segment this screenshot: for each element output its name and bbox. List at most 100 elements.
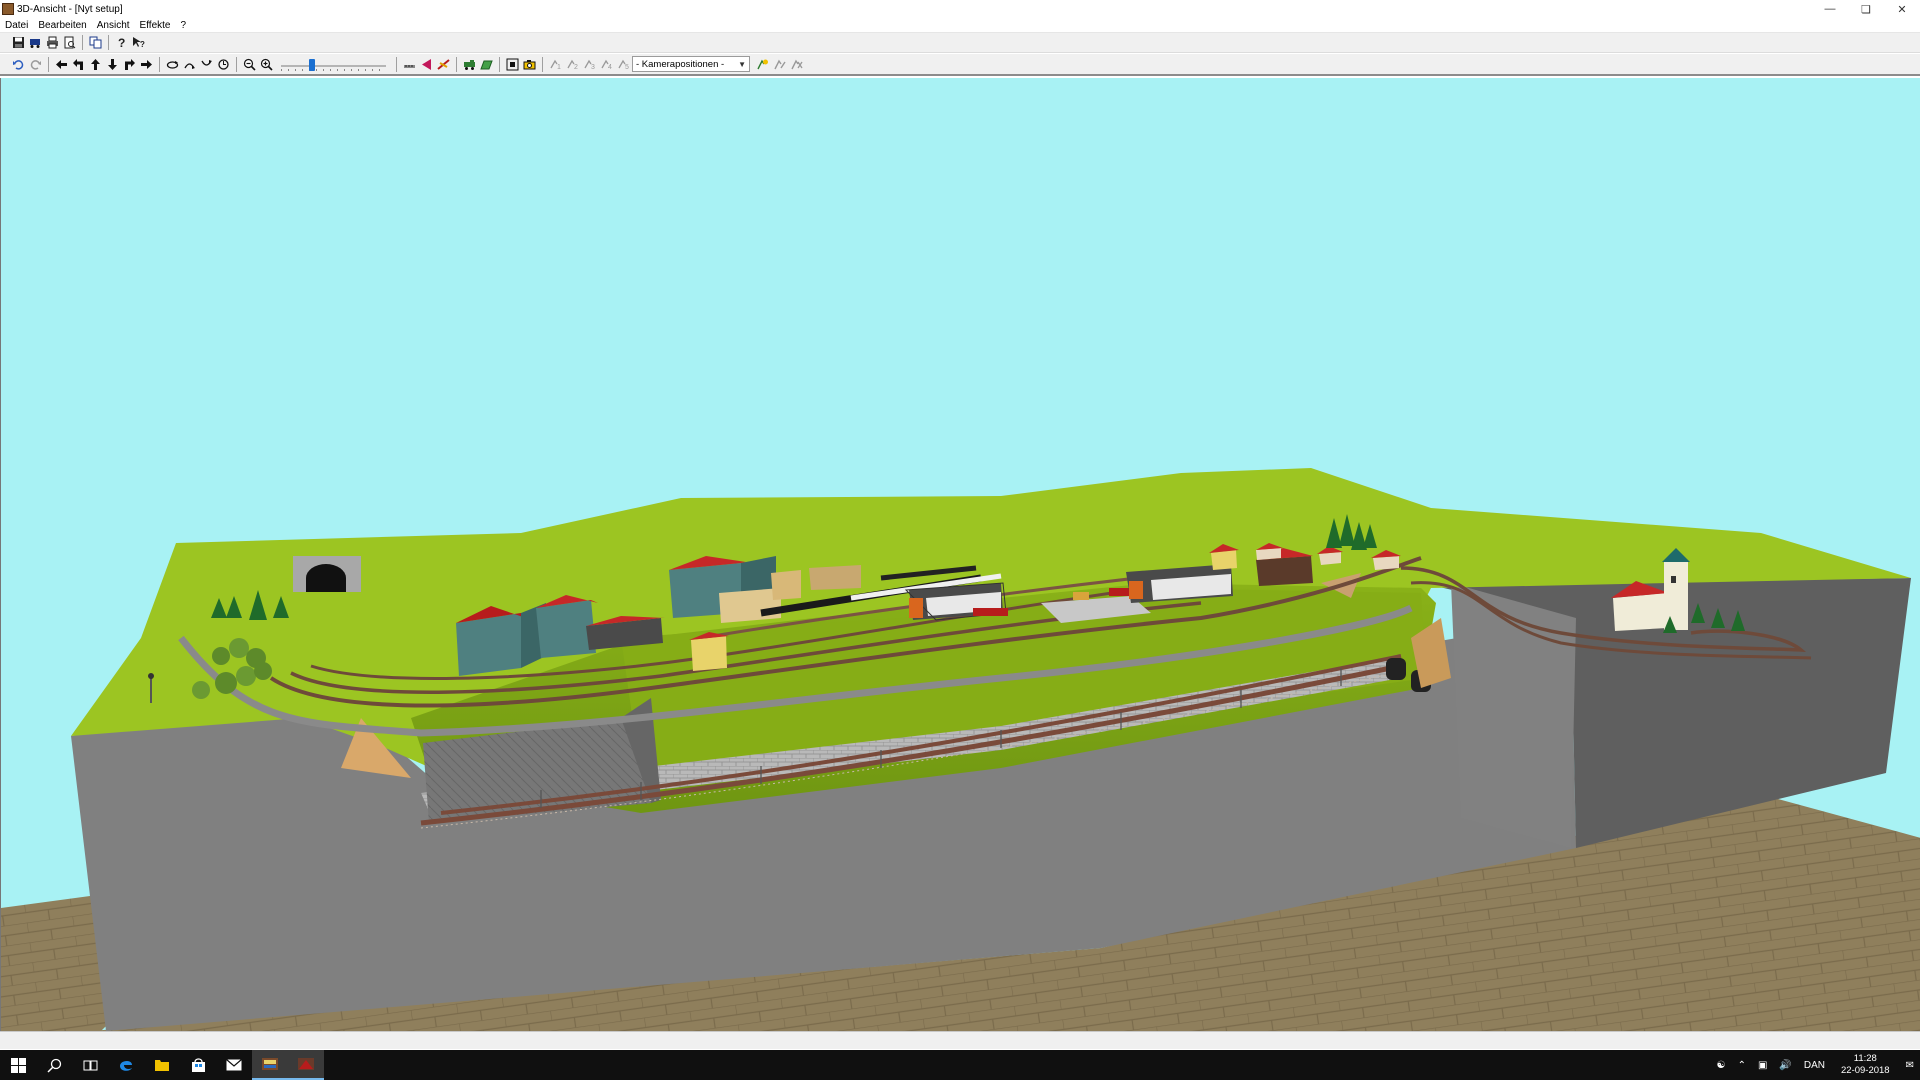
tree-round [236,666,256,686]
help-icon[interactable]: ? [113,35,129,51]
church-tower [1664,560,1688,630]
mail-icon[interactable] [216,1050,252,1080]
arrow-turn-right-icon[interactable] [121,56,137,72]
window-title: 3D-Ansicht - [Nyt setup] [17,3,123,15]
arrow-up-icon[interactable] [87,56,103,72]
camera-slot-1-icon[interactable]: 1 [547,56,563,72]
toolbar-separator [82,35,83,50]
edge-icon[interactable] [108,1050,144,1080]
railway-3d-view-icon[interactable] [288,1050,324,1080]
svg-text:3: 3 [591,64,595,71]
camera-back-icon[interactable] [418,56,434,72]
task-view-icon[interactable] [72,1050,108,1080]
toolbar-separator [108,35,109,50]
people-icon[interactable]: ☯ [1717,1060,1726,1071]
camera-slot-3-icon[interactable]: 3 [581,56,597,72]
zoom-slider[interactable] [281,56,386,72]
ruler-icon[interactable] [401,56,417,72]
delete-camera-position-icon[interactable] [788,56,804,72]
tilt-up-icon[interactable] [181,56,197,72]
toolbar-separator [542,56,543,72]
menu-effekte[interactable]: Effekte [140,20,171,31]
camera-icon[interactable] [521,56,537,72]
window-controls: — ❏ ✕ [1812,0,1920,18]
3d-viewport[interactable] [0,78,1920,1031]
camera-positions-select[interactable]: - Kamerapositionen - ▼ [632,56,750,72]
arrow-down-icon[interactable] [104,56,120,72]
clock[interactable]: 11:28 22-09-2018 [1841,1053,1890,1077]
toolbar-separator [396,56,397,72]
camera-slot-4-icon[interactable]: 4 [598,56,614,72]
chevron-up-icon[interactable]: ⌃ [1738,1060,1746,1071]
toolbar-separator [499,56,500,72]
system-tray: ☯ ⌃ ▣ 🔊 DAN 11:28 22-09-2018 ✉ [1711,1050,1920,1080]
edit-camera-position-icon[interactable] [771,56,787,72]
restore-icon[interactable]: ❏ [1848,0,1884,18]
rotate-view-icon[interactable] [164,56,180,72]
zoom-slider-track [281,65,386,67]
3d-scene[interactable] [1,78,1920,1031]
menu-help[interactable]: ? [180,20,186,31]
engine-shed-doors [909,598,923,618]
title-bar: 3D-Ansicht - [Nyt setup] — ❏ ✕ [0,0,1920,18]
signal-head [148,673,154,679]
fit-view-icon[interactable] [504,56,520,72]
context-help-icon[interactable]: ? [130,35,146,51]
save-icon[interactable] [10,35,26,51]
camera-slot-5-icon[interactable]: 5 [615,56,631,72]
terrain-icon[interactable] [478,56,494,72]
zoom-slider-thumb[interactable] [309,59,315,71]
main-toolbar: ? ? [0,33,1920,53]
copy-icon[interactable] [87,35,103,51]
rotate-reset-icon[interactable] [215,56,231,72]
network-icon[interactable]: ▣ [1758,1060,1767,1071]
svg-text:4: 4 [608,64,612,71]
camera-slot-2-icon[interactable]: 2 [564,56,580,72]
zoom-out-icon[interactable] [241,56,257,72]
tree-round [229,638,249,658]
arrow-turn-left-icon[interactable] [70,56,86,72]
building-house [1256,548,1281,560]
church-window [1671,576,1676,583]
tilt-down-icon[interactable] [198,56,214,72]
view-toolbar: 1 2 3 4 5 - Kamerapositionen - ▼ [0,54,1920,76]
church-body [1613,593,1667,631]
volume-icon[interactable]: 🔊 [1779,1060,1791,1071]
track-view-icon[interactable] [435,56,451,72]
building-beige [809,565,861,590]
start-icon[interactable] [0,1050,36,1080]
toolbar-separator [456,56,457,72]
language-indicator[interactable]: DAN [1804,1060,1825,1071]
svg-text:?: ? [140,40,145,49]
arrow-right-icon[interactable] [138,56,154,72]
file-explorer-icon[interactable] [144,1050,180,1080]
tree-round [254,662,272,680]
toolbar-separator [159,56,160,72]
svg-text:2: 2 [574,64,578,71]
menu-bearbeiten[interactable]: Bearbeiten [38,20,86,31]
svg-text:5: 5 [625,64,629,71]
minimize-icon[interactable]: — [1812,0,1848,18]
redo-icon[interactable] [27,56,43,72]
building-house [1373,556,1399,570]
menu-ansicht[interactable]: Ansicht [97,20,130,31]
chevron-down-icon: ▼ [738,59,746,69]
zoom-in-icon[interactable] [258,56,274,72]
undo-icon[interactable] [10,56,26,72]
toolbar-separator [236,56,237,72]
close-icon[interactable]: ✕ [1884,0,1920,18]
locomotive-icon[interactable] [461,56,477,72]
windows-taskbar: ☯ ⌃ ▣ 🔊 DAN 11:28 22-09-2018 ✉ [0,1050,1920,1080]
search-icon[interactable] [36,1050,72,1080]
train-icon[interactable] [27,35,43,51]
notifications-icon[interactable]: ✉ [1906,1060,1914,1071]
print-preview-icon[interactable] [61,35,77,51]
add-camera-position-icon[interactable] [754,56,770,72]
menu-datei[interactable]: Datei [5,20,28,31]
print-icon[interactable] [44,35,60,51]
railway-app-icon[interactable] [252,1050,288,1080]
store-icon[interactable] [180,1050,216,1080]
arrow-left-icon[interactable] [53,56,69,72]
toolbar-separator [48,56,49,72]
building-yellow [1211,550,1237,570]
